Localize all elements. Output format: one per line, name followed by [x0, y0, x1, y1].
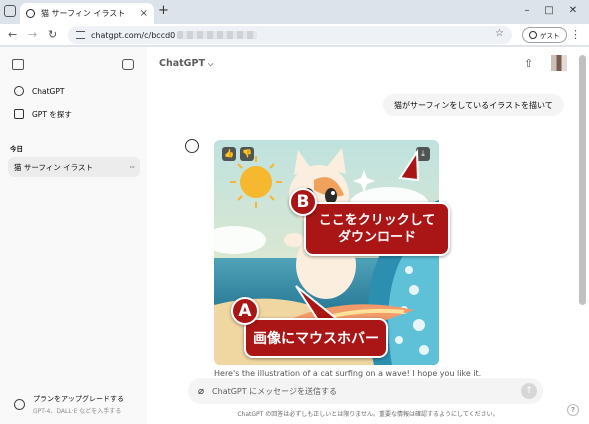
composer-placeholder: ChatGPT にメッセージを送信する: [212, 386, 338, 396]
user-message-text: 猫がサーフィンをしているイラストを描いて: [394, 100, 553, 110]
callout-download: ここをクリックして ダウンロード: [304, 202, 450, 256]
tab-close-icon[interactable]: ×: [140, 8, 148, 19]
callout-a-text: 画像にマウスホバー: [253, 331, 379, 347]
forward-icon[interactable]: →: [28, 27, 37, 43]
sidebar-item-chatgpt[interactable]: ChatGPT: [8, 81, 140, 101]
bookmark-star-icon[interactable]: ☆: [495, 28, 504, 39]
minimize-icon[interactable]: –: [518, 3, 536, 19]
callout-b-badge: B: [289, 188, 317, 216]
upgrade-plan-button[interactable]: プランをアップグレードする GPT-4、DALL·E などを入手する: [8, 391, 140, 417]
like-image-button[interactable]: 👍: [222, 147, 236, 161]
upgrade-icon: [14, 398, 25, 410]
sidebar-item-label: ChatGPT: [32, 86, 65, 96]
upgrade-subtitle: GPT-4、DALL·E などを入手する: [33, 407, 122, 415]
browser-menu-icon[interactable]: ⋮: [570, 27, 581, 43]
url-text: chatgpt.com/c/bccd0: [91, 30, 176, 40]
guest-label: ゲスト: [540, 32, 560, 40]
sidebar-toggle-icon[interactable]: [12, 59, 24, 70]
guest-profile-button[interactable]: ゲスト: [522, 27, 567, 43]
disclaimer-text: ChatGPT の回答は必ずしも正しいとは限りません。重要な情報は確認するように…: [237, 411, 499, 418]
browser-tab[interactable]: 猫 サーフィン イラスト ×: [20, 3, 154, 24]
chatgpt-favicon-icon: [26, 9, 35, 18]
share-icon[interactable]: ⇧: [524, 57, 533, 70]
back-icon[interactable]: ←: [8, 27, 17, 43]
chat-title: 猫 サーフィン イラスト: [14, 162, 94, 172]
model-selector[interactable]: ChatGPT ⌵: [159, 58, 213, 69]
assistant-avatar-icon: [185, 139, 199, 153]
tab-title: 猫 サーフィン イラスト: [41, 9, 126, 18]
model-label: ChatGPT: [159, 58, 205, 69]
date-heading: 今日: [10, 145, 23, 153]
url-redacted: [177, 31, 258, 39]
address-bar[interactable]: chatgpt.com/c/bccd0 ☆: [68, 26, 512, 44]
chat-more-icon[interactable]: ···: [129, 163, 135, 172]
scrollbar-thumb[interactable]: [579, 55, 586, 305]
maximize-icon[interactable]: □: [540, 3, 558, 19]
callout-a-badge: A: [231, 297, 259, 325]
browser-tab-bar: 猫 サーフィン イラスト × + – □ ✕: [0, 0, 589, 24]
browser-toolbar: ← → ↻ chatgpt.com/c/bccd0 ☆ ゲスト ⋮: [0, 24, 589, 46]
attach-icon[interactable]: ⌀: [198, 386, 204, 397]
callout-hover: 画像にマウスホバー: [244, 318, 388, 358]
tab-search-icon[interactable]: [4, 5, 16, 17]
chevron-down-icon: ⌵: [207, 60, 214, 68]
assistant-message-text: Here's the illustration of a cat surfing…: [214, 369, 482, 378]
reload-icon[interactable]: ↻: [48, 27, 57, 43]
sidebar-item-label: GPT を探す: [32, 109, 72, 119]
message-composer[interactable]: ⌀ ChatGPT にメッセージを送信する ↑: [188, 378, 543, 404]
user-message: 猫がサーフィンをしているイラストを描いて: [383, 94, 564, 116]
new-chat-icon[interactable]: [122, 59, 134, 70]
download-image-button[interactable]: ⤓: [416, 147, 430, 161]
grid-icon: [14, 109, 24, 119]
help-button[interactable]: ?: [567, 404, 579, 416]
sidebar: ChatGPT GPT を探す 今日 猫 サーフィン イラスト ··· プランを…: [0, 47, 147, 424]
site-info-icon[interactable]: [76, 31, 85, 39]
sidebar-item-explore-gpts[interactable]: GPT を探す: [8, 104, 140, 124]
send-button[interactable]: ↑: [521, 383, 537, 399]
new-tab-button[interactable]: +: [158, 3, 169, 19]
avatar[interactable]: [551, 55, 567, 71]
profile-icon: [529, 31, 537, 39]
upgrade-title: プランをアップグレードする: [33, 394, 124, 403]
window-close-icon[interactable]: ✕: [564, 3, 582, 19]
callout-b-line1: ここをクリックして: [318, 213, 436, 228]
callout-b-line2: ダウンロード: [337, 230, 416, 245]
dislike-image-button[interactable]: 👎: [240, 147, 254, 161]
chat-history-item[interactable]: 猫 サーフィン イラスト ···: [8, 157, 140, 177]
openai-logo-icon: [14, 86, 24, 96]
